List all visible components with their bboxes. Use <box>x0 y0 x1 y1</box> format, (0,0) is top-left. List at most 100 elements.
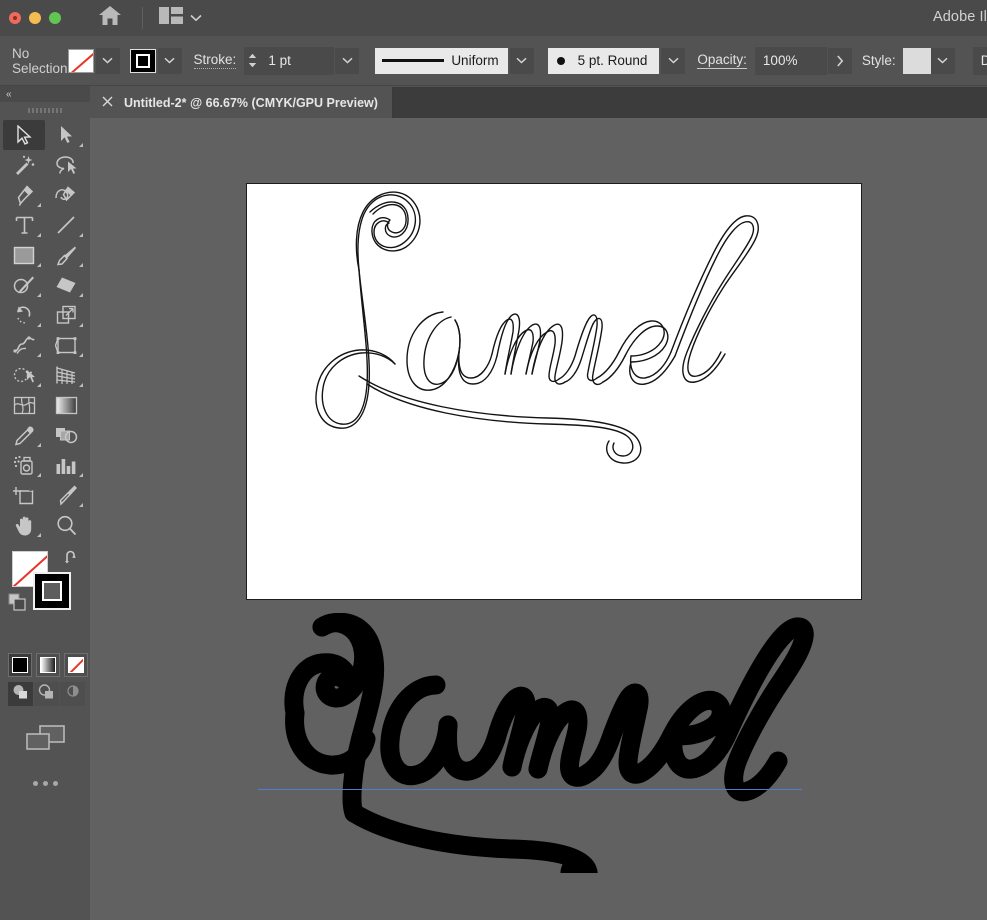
ellipsis-icon <box>33 781 38 786</box>
swap-fill-stroke-button[interactable] <box>64 550 80 569</box>
stroke-weight-dropdown-button[interactable] <box>335 48 359 74</box>
stepper-down-icon <box>248 62 257 68</box>
stroke-swatch[interactable] <box>130 49 156 73</box>
gradient-button[interactable] <box>36 653 60 677</box>
round-brush-icon <box>557 57 565 65</box>
blend-tool[interactable] <box>45 420 87 450</box>
column-graph-tool[interactable] <box>45 450 87 480</box>
stroke-weight-input[interactable]: 1 pt <box>260 47 334 75</box>
none-button[interactable] <box>64 653 88 677</box>
artboard-1[interactable] <box>246 183 862 600</box>
tool-flyout-indicator <box>79 473 83 477</box>
hand-tool[interactable] <box>3 510 45 540</box>
line-segment-tool[interactable] <box>45 210 87 240</box>
eraser-tool[interactable] <box>45 270 87 300</box>
line-diagonal-icon <box>56 215 76 235</box>
fill-dropdown-button[interactable] <box>96 48 120 74</box>
magic-wand-icon <box>14 155 35 175</box>
arrange-documents-button[interactable] <box>159 7 202 29</box>
default-fill-stroke-icon <box>8 600 28 617</box>
fill-swatch[interactable] <box>68 49 94 73</box>
graphic-style-swatch[interactable] <box>903 48 931 74</box>
opacity-panel-button[interactable] <box>828 48 852 74</box>
home-button[interactable] <box>95 5 125 31</box>
lasso-tool[interactable] <box>45 150 87 180</box>
direct-selection-tool[interactable] <box>45 120 87 150</box>
pen-tool[interactable] <box>3 180 45 210</box>
shaper-tool[interactable] <box>3 270 45 300</box>
close-window-button[interactable] <box>9 12 21 24</box>
samuel-filled-artwork[interactable] <box>240 613 850 873</box>
stroke-weight-label[interactable]: Stroke: <box>194 52 237 69</box>
document-tab[interactable]: Untitled-2* @ 66.67% (CMYK/GPU Preview) <box>90 87 393 118</box>
paintbrush-tool[interactable] <box>45 240 87 270</box>
selection-tool[interactable] <box>3 120 45 150</box>
selection-status-label: No Selection <box>12 46 68 76</box>
stroke-profile-label: Uniform <box>451 53 498 68</box>
document-canvas[interactable] <box>90 118 987 920</box>
gradient-icon <box>55 396 78 415</box>
eraser-icon <box>55 276 77 294</box>
shaper-pencil-icon <box>13 275 35 296</box>
rectangle-tool[interactable] <box>3 240 45 270</box>
color-button[interactable] <box>8 653 32 677</box>
magnifier-icon <box>56 515 77 536</box>
slice-tool[interactable] <box>45 480 87 510</box>
width-tool[interactable] <box>3 330 45 360</box>
edit-toolbar-button[interactable] <box>0 781 90 786</box>
samuel-outlined-artwork[interactable] <box>247 184 861 599</box>
gradient-tool[interactable] <box>45 390 87 420</box>
zoom-tool[interactable] <box>45 510 87 540</box>
graphic-style-dropdown-button[interactable] <box>931 48 955 74</box>
chevron-down-icon <box>516 57 527 64</box>
stroke-dropdown-button[interactable] <box>158 48 182 74</box>
opacity-label[interactable]: Opacity: <box>697 52 747 69</box>
magic-wand-tool[interactable] <box>3 150 45 180</box>
stroke-color-large[interactable] <box>33 572 71 610</box>
tool-flyout-indicator <box>37 383 41 387</box>
minimize-window-button[interactable] <box>29 12 41 24</box>
draw-normal-button[interactable] <box>8 682 33 706</box>
eyedropper-icon <box>14 425 35 446</box>
curvature-tool[interactable] <box>45 180 87 210</box>
change-screen-mode-button[interactable] <box>0 724 90 757</box>
arrow-solid-icon <box>16 125 32 145</box>
document-tab-bar: Untitled-2* @ 66.67% (CMYK/GPU Preview) <box>90 87 987 118</box>
stroke-profile-field[interactable]: Uniform <box>375 48 507 74</box>
maximize-window-button[interactable] <box>49 12 61 24</box>
default-fill-stroke-button[interactable] <box>8 593 28 618</box>
arrow-white-icon <box>59 125 74 145</box>
shape-builder-tool[interactable] <box>3 360 45 390</box>
type-t-icon <box>15 215 34 235</box>
hand-icon <box>14 515 34 536</box>
toolbar-drag-handle[interactable] <box>0 102 90 118</box>
collapse-panel-button[interactable]: « <box>0 86 90 102</box>
perspective-grid-tool[interactable] <box>45 360 87 390</box>
brush-definition-dropdown-button[interactable] <box>661 48 685 74</box>
draw-behind-button[interactable] <box>34 682 59 706</box>
style-label: Style: <box>862 53 896 68</box>
titlebar-divider <box>142 7 143 29</box>
tool-flyout-indicator <box>79 293 83 297</box>
document-setup-button[interactable]: D <box>973 47 987 75</box>
free-transform-tool[interactable] <box>45 330 87 360</box>
tools-panel: « <box>0 86 90 920</box>
eyedropper-tool[interactable] <box>3 420 45 450</box>
rectangle-icon <box>13 246 35 265</box>
type-tool[interactable] <box>3 210 45 240</box>
artboard-tool[interactable] <box>3 480 45 510</box>
opacity-input[interactable]: 100% <box>755 47 827 75</box>
tool-flyout-indicator <box>37 533 41 537</box>
stroke-profile-dropdown-button[interactable] <box>510 48 534 74</box>
mesh-tool[interactable] <box>3 390 45 420</box>
draw-inside-button[interactable] <box>60 682 85 706</box>
symbol-sprayer-tool[interactable] <box>3 450 45 480</box>
scale-tool[interactable] <box>45 300 87 330</box>
horizontal-guide[interactable] <box>258 789 802 790</box>
brush-definition-field[interactable]: 5 pt. Round <box>548 48 660 74</box>
close-icon[interactable] <box>102 94 113 112</box>
rotate-tool[interactable] <box>3 300 45 330</box>
scale-icon <box>56 305 77 325</box>
home-icon <box>98 5 122 31</box>
stroke-weight-stepper[interactable] <box>244 47 260 75</box>
